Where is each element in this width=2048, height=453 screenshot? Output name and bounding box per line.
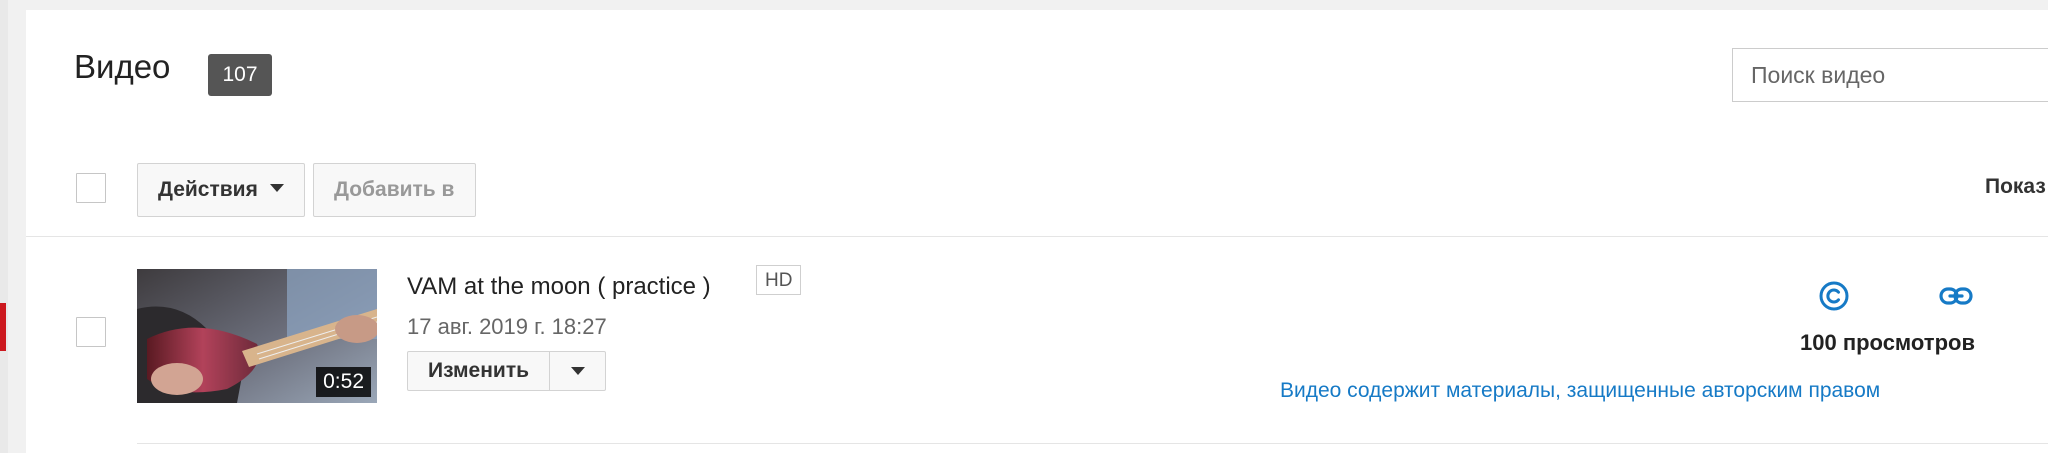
copyright-icon[interactable] — [1816, 278, 1852, 314]
video-thumbnail[interactable]: 0:52 — [137, 269, 377, 403]
view-count: 100 просмотров — [1800, 330, 1975, 355]
add-to-button[interactable]: Добавить в — [313, 163, 476, 217]
chevron-down-icon — [269, 184, 284, 193]
show-label[interactable]: Показ — [1985, 175, 2046, 199]
page: Видео 107 Действия Добавить в Показ — [0, 0, 2048, 453]
toolbar-divider — [26, 236, 2048, 237]
actions-button[interactable]: Действия — [137, 163, 305, 217]
select-all-checkbox[interactable] — [76, 173, 106, 203]
videos-panel: Видео 107 Действия Добавить в Показ — [26, 10, 2048, 453]
copyright-notice-link[interactable]: Видео содержит материалы, защищенные авт… — [1280, 379, 1880, 403]
video-title[interactable]: VAM at the moon ( practice ) — [407, 273, 711, 301]
edit-button[interactable]: Изменить — [408, 352, 549, 390]
video-date: 17 авг. 2019 г. 18:27 — [407, 314, 607, 339]
edit-dropdown-button[interactable] — [549, 352, 605, 390]
add-to-button-label: Добавить в — [334, 178, 455, 201]
active-nav-marker — [0, 303, 6, 351]
row-divider — [137, 443, 2048, 444]
link-icon[interactable] — [1938, 278, 1974, 314]
edit-button-group: Изменить — [407, 351, 607, 391]
video-duration: 0:52 — [316, 367, 371, 397]
video-count-badge: 107 — [208, 54, 272, 96]
actions-button-label: Действия — [158, 178, 258, 201]
video-row-checkbox[interactable] — [76, 317, 106, 347]
chevron-down-icon — [570, 367, 585, 375]
left-sidebar-edge — [0, 0, 8, 453]
page-title: Видео — [74, 48, 171, 85]
search-input[interactable] — [1732, 48, 2048, 102]
hd-badge: HD — [756, 265, 802, 295]
